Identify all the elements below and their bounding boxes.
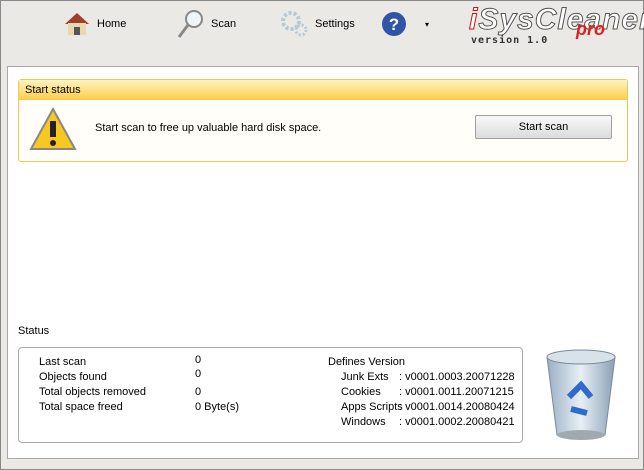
recycle-bin-icon (546, 349, 616, 440)
version-label: version 1.0 (471, 35, 549, 46)
define-label: Windows (341, 416, 386, 428)
define-label: Apps Scripts (341, 401, 403, 413)
stat-value: 0 Byte(s) (195, 401, 240, 413)
define-value: : v0001.0003.20071228 (399, 371, 515, 383)
stat-label: Objects found (39, 371, 107, 383)
stat-label: Last scan (39, 356, 87, 368)
status-title: Status (18, 325, 50, 337)
start-scan-button[interactable]: Start scan (475, 115, 612, 139)
logo-edition: pro (576, 19, 605, 39)
logo: iSysCleaner (468, 3, 644, 37)
stat-value: 0 (195, 386, 202, 398)
status-box: Last scan 0 Objects found 0 Total object… (18, 347, 523, 443)
home-label: Home (97, 18, 127, 30)
defines-title: Defines Version (328, 356, 406, 368)
define-label: Junk Exts (341, 371, 389, 383)
settings-label: Settings (315, 18, 355, 30)
define-label: Cookies (341, 386, 381, 398)
define-value: : v0001.0011.20071215 (399, 386, 514, 398)
svg-text:?: ? (389, 15, 399, 34)
gears-icon (281, 11, 308, 37)
define-value: : v0001.0014.20080424 (399, 401, 515, 413)
start-status-message: Start scan to free up valuable hard disk… (95, 122, 322, 134)
stat-value: 0 (195, 354, 202, 366)
toolbar-settings[interactable]: Settings (281, 11, 355, 37)
magnifier-icon (177, 10, 203, 38)
house-icon (65, 13, 89, 35)
help-button[interactable]: ? ▾ (381, 11, 429, 37)
stat-label: Total space freed (39, 401, 123, 413)
start-status-title: Start status (19, 80, 627, 100)
stat-value: 0 (195, 368, 202, 380)
toolbar-home[interactable]: Home (63, 11, 126, 37)
define-value: : v0001.0002.20080421 (399, 416, 515, 428)
toolbar-scan[interactable]: Scan (177, 9, 236, 39)
scan-label: Scan (211, 18, 237, 30)
help-icon: ? (382, 12, 406, 36)
chevron-down-icon[interactable]: ▾ (425, 20, 429, 29)
warning-icon (29, 107, 77, 150)
stat-label: Total objects removed (39, 386, 146, 398)
